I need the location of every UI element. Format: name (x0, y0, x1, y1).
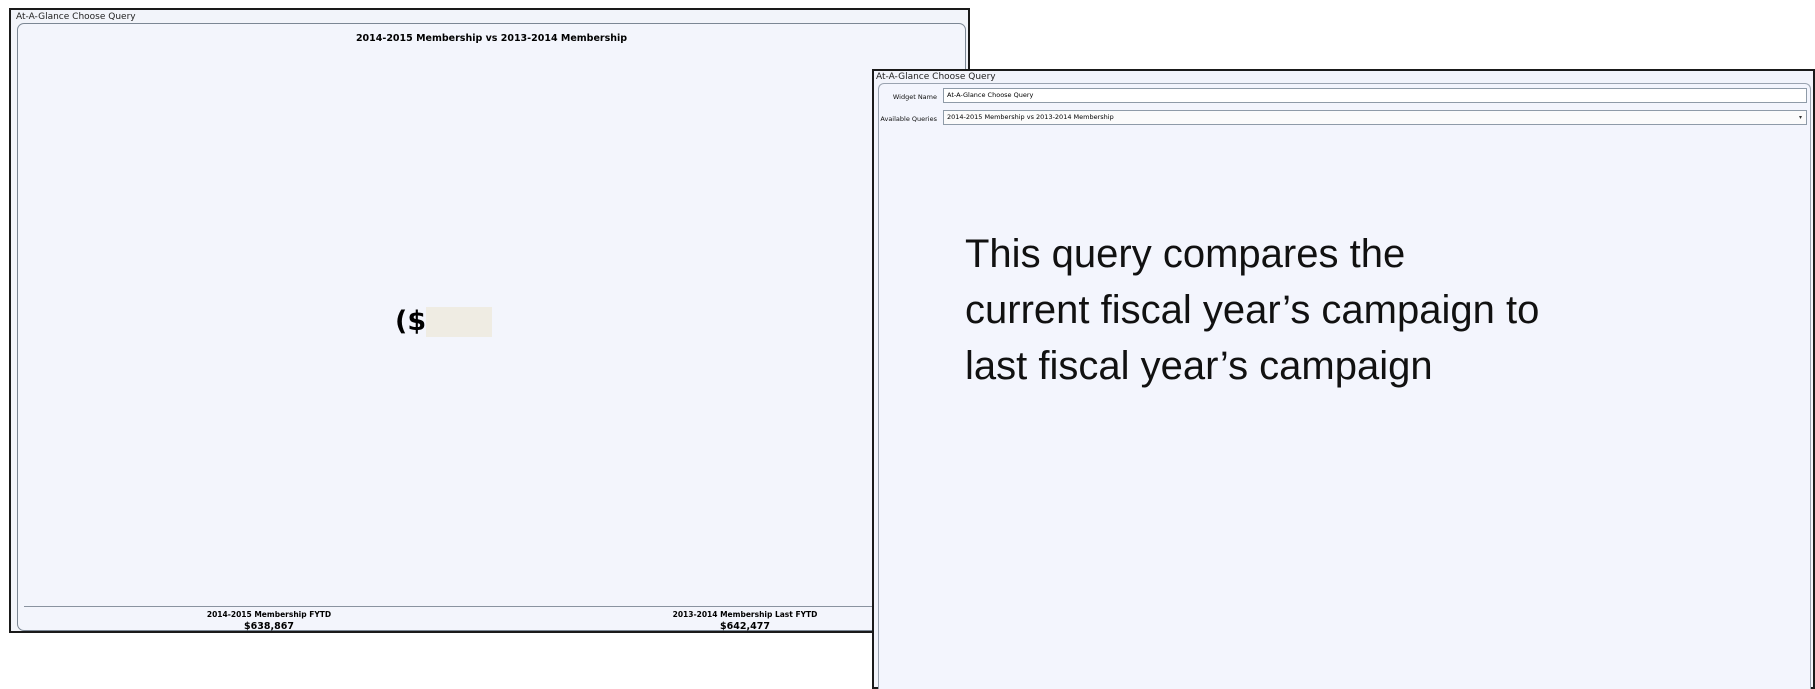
stat-value: $638,867 (244, 621, 294, 632)
stat-label: 2014-2015 Membership FYTD (206, 610, 332, 619)
stats-divider (24, 606, 959, 607)
chevron-down-icon[interactable]: ▾ (1799, 111, 1802, 124)
available-queries-select[interactable]: 2014-2015 Membership vs 2013-2014 Member… (943, 110, 1807, 125)
widget-settings-window: At-A-Glance Choose Query Widget Name At-… (872, 69, 1815, 689)
widget-name-input[interactable]: At-A-Glance Choose Query (943, 88, 1807, 103)
description-line: This query compares the (965, 232, 1406, 276)
widget-name-label: Widget Name (892, 93, 937, 101)
stat-value: $642,477 (720, 621, 770, 632)
redacted-area (426, 307, 493, 337)
stat-label: 2013-2014 Membership Last FYTD (672, 610, 818, 619)
description-line: current fiscal year’s campaign to (965, 288, 1540, 332)
window-title: At-A-Glance Choose Query (16, 12, 136, 22)
stat-last-year: 2013-2014 Membership Last FYTD $642,477 (595, 610, 895, 633)
available-queries-selected: 2014-2015 Membership vs 2013-2014 Member… (947, 113, 1114, 121)
description-line: last fiscal year’s campaign (965, 344, 1433, 388)
stat-current-year: 2014-2015 Membership FYTD $638,867 (119, 610, 419, 633)
widget-panel: 2014-2015 Membership vs 2013-2014 Member… (17, 23, 966, 633)
window-title: At-A-Glance Choose Query (876, 72, 996, 82)
widget-display-window: At-A-Glance Choose Query 2014-2015 Membe… (9, 8, 970, 633)
available-queries-label: Available Queries (880, 115, 937, 123)
difference-value-prefix: ($ (395, 306, 427, 337)
difference-value: ($) (395, 307, 492, 337)
query-description: This query compares the current fiscal y… (965, 226, 1665, 394)
widget-heading: 2014-2015 Membership vs 2013-2014 Member… (355, 33, 628, 44)
settings-panel: Widget Name At-A-Glance Choose Query Ava… (878, 83, 1811, 689)
